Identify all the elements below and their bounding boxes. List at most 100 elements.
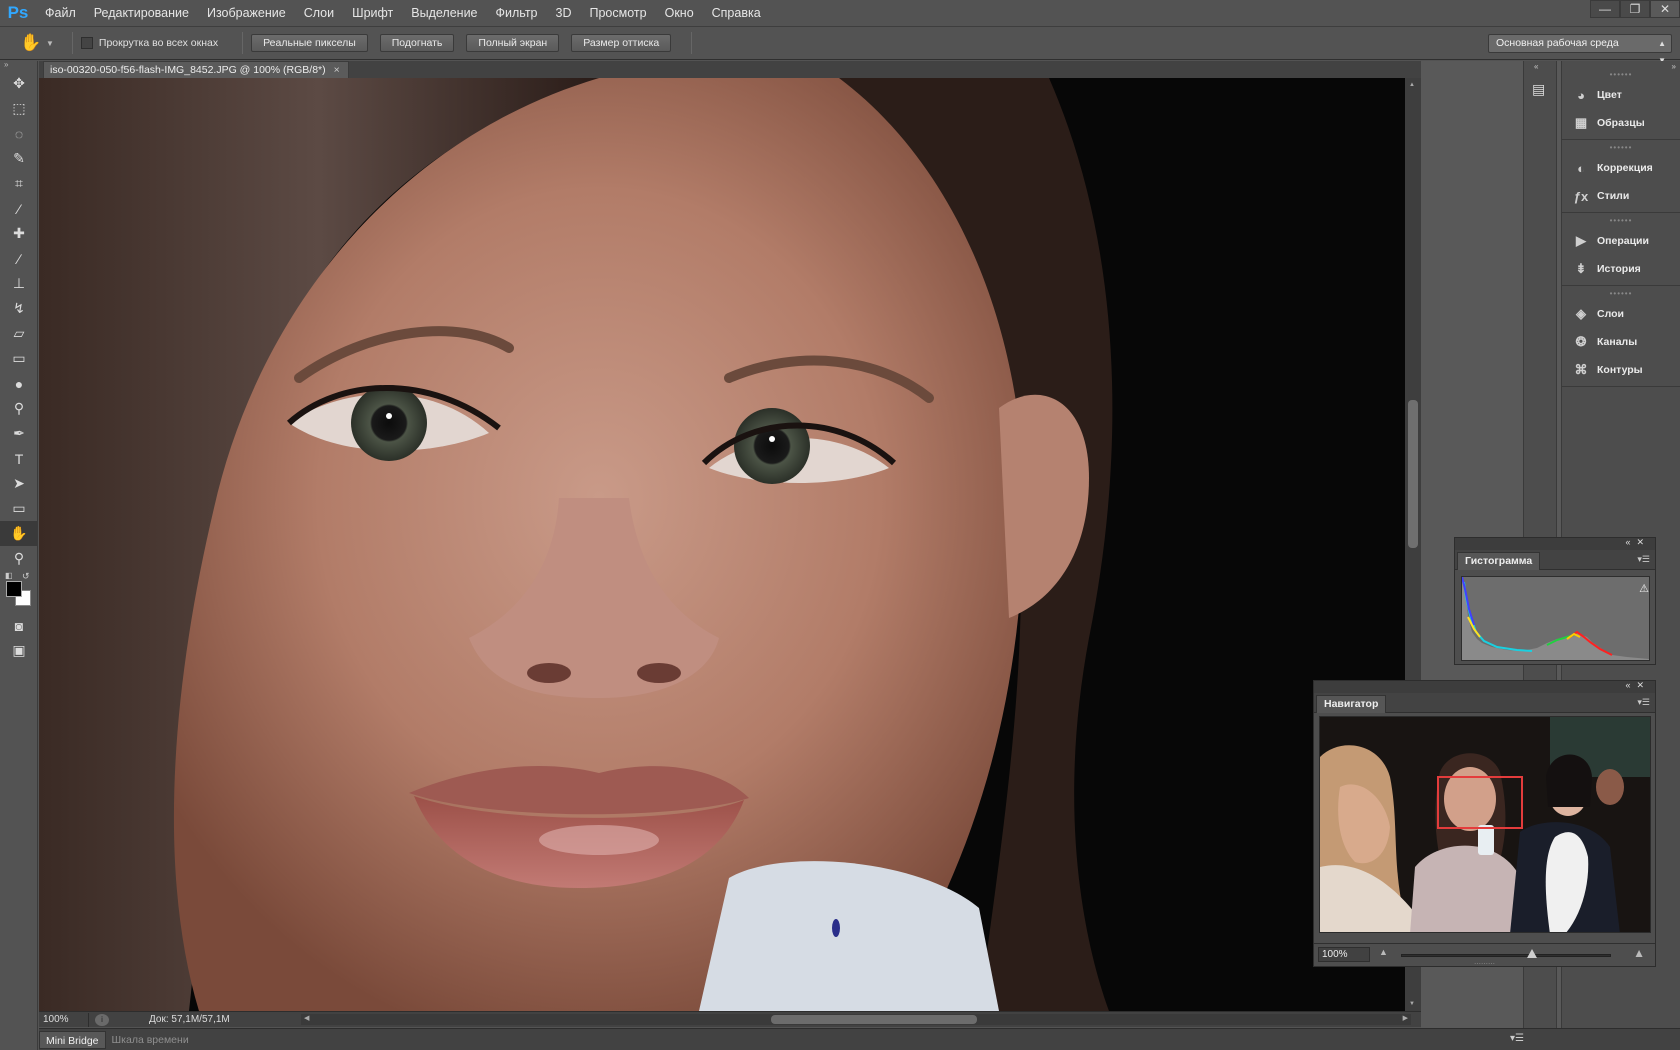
menu-item-1[interactable]: Редактирование — [85, 0, 198, 26]
menu-item-5[interactable]: Выделение — [402, 0, 486, 26]
zoom-slider-thumb[interactable] — [1527, 949, 1538, 958]
tool-preset-caret-icon[interactable]: ▼ — [46, 39, 54, 48]
menu-item-3[interactable]: Слои — [295, 0, 343, 26]
collapse-icon[interactable]: » — [0, 61, 37, 71]
info-panel-icon[interactable]: ▤ — [1532, 81, 1550, 99]
path-select-tool[interactable]: ➤ — [0, 471, 38, 496]
gradient-tool[interactable]: ▭ — [0, 346, 38, 371]
healing-tool[interactable]: ✚ — [0, 221, 38, 246]
type-tool[interactable]: T — [0, 446, 38, 471]
photoshop-logo[interactable]: Ps — [0, 0, 36, 26]
dock-item-2-0[interactable]: ▶ Операции — [1562, 227, 1680, 255]
dock-item-0-1[interactable]: ▦ Образцы — [1562, 109, 1680, 137]
scroll-right-icon[interactable]: ▶ — [1403, 1014, 1408, 1022]
menu-item-7[interactable]: 3D — [547, 0, 581, 26]
eraser-tool[interactable]: ▱ — [0, 321, 38, 346]
dock-item-3-2[interactable]: ⌘ Контуры — [1562, 356, 1680, 384]
grip-icon[interactable]: •••••• — [1562, 144, 1680, 154]
marquee-tool[interactable]: ⬚ — [0, 96, 38, 121]
horizontal-scroll-thumb[interactable] — [771, 1015, 977, 1024]
menu-item-4[interactable]: Шрифт — [343, 0, 402, 26]
grip-icon[interactable]: •••••• — [1562, 71, 1680, 81]
grip-icon[interactable]: •••••• — [1562, 290, 1680, 300]
lasso-tool[interactable]: ◌ — [0, 121, 38, 146]
dock-item-3-0[interactable]: ◈ Слои — [1562, 300, 1680, 328]
tab-histogram[interactable]: Гистограмма — [1457, 552, 1541, 570]
scroll-all-windows-checkbox[interactable] — [80, 37, 93, 49]
fit-screen-button[interactable]: Подогнать — [379, 34, 455, 52]
tab-navigator[interactable]: Навигатор — [1316, 695, 1387, 713]
navigator-zoom-field[interactable]: 100% — [1318, 947, 1370, 962]
horizontal-scrollbar[interactable]: ◀ ▶ — [301, 1014, 1411, 1025]
dock-item-1-0[interactable]: ◐ Коррекция — [1562, 154, 1680, 182]
zoom-out-icon[interactable]: ▲ — [1379, 947, 1388, 957]
minimize-button[interactable]: — — [1590, 0, 1620, 18]
resize-grip-icon[interactable]: ⋯⋯⋯ — [1314, 961, 1655, 968]
panel-controls-icon[interactable]: «✕ — [1625, 680, 1650, 691]
zoom-field[interactable]: 100% — [39, 1012, 89, 1027]
dock-item-label: Каналы — [1597, 336, 1638, 348]
tab-mini-bridge[interactable]: Mini Bridge — [39, 1030, 106, 1049]
expand-dock-icon[interactable]: » — [1672, 62, 1676, 71]
warning-icon[interactable]: ⚠ — [1639, 582, 1649, 595]
quick-mask-tool[interactable]: ◙ — [0, 613, 38, 638]
menu-item-9[interactable]: Окно — [656, 0, 703, 26]
zoom-in-icon[interactable]: ▲ — [1633, 946, 1645, 960]
scroll-down-icon[interactable]: ▼ — [1409, 1001, 1415, 1007]
quick-select-tool[interactable]: ✎ — [0, 146, 38, 171]
document-canvas[interactable] — [39, 78, 1405, 1011]
restore-button[interactable]: ❐ — [1620, 0, 1650, 18]
fill-screen-button[interactable]: Полный экран — [466, 34, 560, 52]
status-info-icon[interactable]: i — [95, 1013, 109, 1026]
drop-icon: ● — [14, 375, 24, 392]
histogram-titlebar[interactable]: «✕ — [1455, 537, 1655, 550]
panel-menu-icon[interactable]: ▾☰ — [1637, 554, 1650, 565]
menu-item-0[interactable]: Файл — [36, 0, 85, 26]
navigator-titlebar[interactable]: «✕ — [1314, 680, 1655, 693]
crop-tool[interactable]: ⌗ — [0, 171, 38, 196]
menu-item-10[interactable]: Справка — [703, 0, 770, 26]
actual-pixels-button[interactable]: Реальные пикселы — [251, 34, 368, 52]
scroll-left-icon[interactable]: ◀ — [304, 1014, 309, 1022]
hand-icon[interactable]: ✋ — [16, 31, 46, 55]
blur-tool[interactable]: ● — [0, 371, 38, 396]
menu-item-6[interactable]: Фильтр — [487, 0, 547, 26]
document-tab[interactable]: iso-00320-050-f56-flash-IMG_8452.JPG @ 1… — [43, 61, 349, 78]
brush-tool[interactable]: ∕ — [0, 246, 38, 271]
foreground-color[interactable] — [6, 581, 22, 597]
dodge-tool[interactable]: ⚲ — [0, 396, 38, 421]
history-brush-tool[interactable]: ↯ — [0, 296, 38, 321]
workspace-select[interactable]: Основная рабочая среда ▲▼ — [1488, 34, 1672, 65]
panel-menu-icon[interactable]: ▾☰ — [1510, 1033, 1524, 1044]
print-size-button[interactable]: Размер оттиска — [571, 34, 672, 52]
panel-controls-icon[interactable]: «✕ — [1625, 537, 1650, 548]
pen-tool[interactable]: ✒ — [0, 421, 38, 446]
close-window-button[interactable]: ✕ — [1650, 0, 1680, 18]
navigator-thumbnail[interactable] — [1319, 716, 1651, 933]
dock-item-0-0[interactable]: ◕ Цвет — [1562, 81, 1680, 109]
dock-item-3-1[interactable]: ❂ Каналы — [1562, 328, 1680, 356]
navigator-zoom-slider[interactable] — [1401, 949, 1611, 958]
menu-item-8[interactable]: Просмотр — [581, 0, 656, 26]
close-tab-icon[interactable]: × — [334, 64, 340, 76]
collapse-icon[interactable]: « — [1534, 62, 1538, 71]
menu-item-2[interactable]: Изображение — [198, 0, 295, 26]
eyedropper-tool[interactable]: ⁄ — [0, 196, 38, 221]
stamp-tool[interactable]: ⊥ — [0, 271, 38, 296]
navigator-view-box[interactable] — [1437, 776, 1523, 829]
lip-gloss-highlight — [539, 825, 659, 855]
dock-item-2-1[interactable]: ⇟ История — [1562, 255, 1680, 283]
zoom-tool[interactable]: ⚲ — [0, 546, 38, 571]
swap-colors-icon[interactable]: ↺ — [22, 571, 30, 582]
hand-tool[interactable]: ✋ — [0, 521, 38, 546]
grip-icon[interactable]: •••••• — [1562, 217, 1680, 227]
vertical-scroll-thumb[interactable] — [1408, 400, 1418, 548]
scroll-up-icon[interactable]: ▲ — [1409, 82, 1415, 88]
shape-tool[interactable]: ▭ — [0, 496, 38, 521]
move-tool[interactable]: ✥ — [0, 71, 38, 96]
dock-item-1-1[interactable]: ƒx Стили — [1562, 182, 1680, 210]
tab-timeline[interactable]: Шкала времени — [106, 1031, 195, 1049]
screen-mode-tool[interactable]: ▣ — [0, 638, 38, 663]
default-colors-icon[interactable]: ◧ — [5, 571, 13, 580]
panel-menu-icon[interactable]: ▾☰ — [1637, 697, 1650, 708]
